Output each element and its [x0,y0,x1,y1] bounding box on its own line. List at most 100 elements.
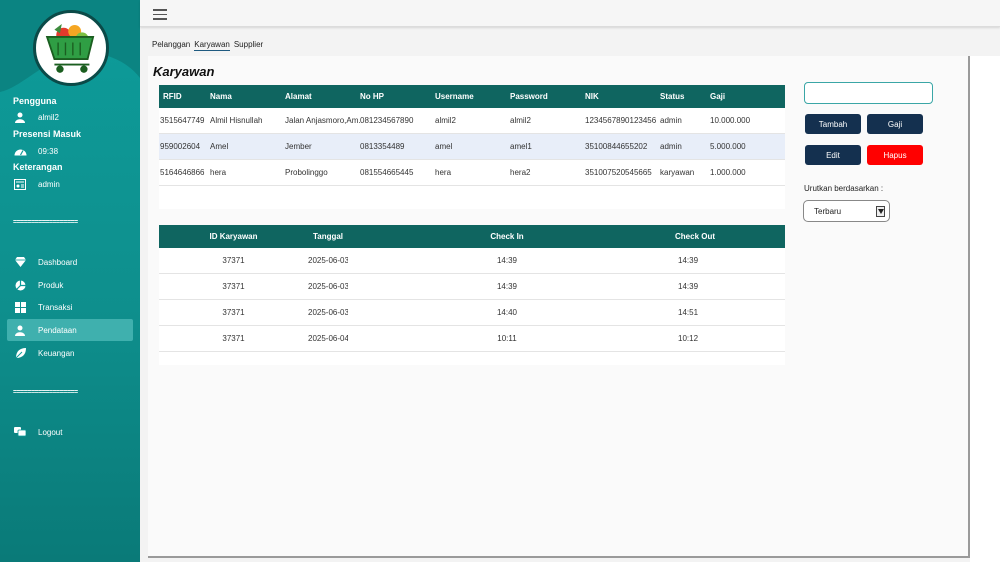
table-row[interactable]: 959002604 Amel Jember 0813354489 amel am… [159,134,785,160]
presence-heading: Presensi Masuk [13,129,82,139]
nav-pendataan-label: Pendataan [38,325,77,335]
col-username[interactable]: Username [435,92,510,101]
nav-keuangan[interactable]: Keuangan [7,342,133,364]
table-row[interactable]: 3515647749 Almil Hisnullah Jalan Anjasmo… [159,108,785,134]
col-status[interactable]: Status [660,92,710,101]
cell-alamat: Probolinggo [285,168,328,177]
cell-status: admin [660,116,682,125]
cell-gaji: 5.000.000 [710,142,746,151]
tab-supplier[interactable]: Supplier [234,40,263,51]
nav-produk[interactable]: Produk [7,274,133,296]
employees-table-header: RFID Nama Alamat No HP Username Password… [159,85,785,108]
dropdown-arrow-icon[interactable] [876,206,885,217]
salary-button[interactable]: Gaji [867,114,923,134]
user-icon [13,324,27,336]
top-bar [140,0,1000,27]
cell-no-hp: 081554665445 [360,168,414,177]
col-id-karyawan[interactable]: ID Karyawan [159,232,308,241]
sidebar: Pengguna almil2 Presensi Masuk 09:38 Ket… [0,0,140,562]
cell-check-in: 14:39 [496,256,518,265]
right-margin [970,56,1000,562]
leaf-icon [13,347,27,359]
info-role: admin [38,179,60,189]
cell-nama: hera [210,168,227,177]
sidebar-separator-bottom: ================== [13,389,78,396]
tab-karyawan[interactable]: Karyawan [194,40,230,51]
cell-username: hera [435,168,452,177]
cell-status: admin [660,142,682,151]
tab-bar: Pelanggan Karyawan Supplier [152,40,267,51]
col-check-in[interactable]: Check In [348,232,666,241]
table-row[interactable]: 37371 2025-06-04 10:11 10:12 [159,326,785,352]
sort-select-value: Terbaru [814,206,842,216]
cell-tanggal: 2025-06-03 [308,256,348,265]
cell-check-in: 10:11 [497,334,517,343]
table-row[interactable]: 37371 2025-06-03 14:40 14:51 [159,300,785,326]
attendance-table-header: ID Karyawan Tanggal Check In Check Out [159,225,785,248]
presence-row: 09:38 [13,145,58,157]
app-logo [33,10,109,86]
col-nama[interactable]: Nama [210,92,285,101]
cell-username: almil2 [435,116,456,125]
attendance-table: ID Karyawan Tanggal Check In Check Out 3… [159,225,785,365]
info-row: admin [13,178,60,190]
col-no-hp[interactable]: No HP [360,92,435,101]
cell-rfid: 5164646866 [160,168,205,177]
cell-alamat: Jalan Anjasmoro,Am... [285,116,360,125]
id-card-icon [13,178,27,190]
cell-gaji: 1.000.000 [710,168,746,177]
logout-label: Logout [38,427,63,437]
col-tanggal[interactable]: Tanggal [308,232,348,241]
cell-check-out: 14:39 [678,282,699,291]
logout-button[interactable]: Logout [7,421,133,443]
cell-tanggal: 2025-06-03 [308,282,348,291]
cell-check-out: 14:39 [678,256,699,265]
nav-keuangan-label: Keuangan [38,348,75,358]
table-row[interactable]: 37371 2025-06-03 14:39 14:39 [159,248,785,274]
col-nik[interactable]: NIK [585,92,660,101]
delete-button[interactable]: Hapus [867,145,923,165]
search-input[interactable] [804,82,933,104]
nav-produk-label: Produk [38,280,64,290]
cell-password: almil2 [510,116,531,125]
col-password[interactable]: Password [510,92,585,101]
col-gaji[interactable]: Gaji [710,92,785,101]
diamond-icon [13,256,27,268]
nav-transaksi[interactable]: Transaksi [7,296,133,318]
table-row[interactable]: 37371 2025-06-03 14:39 14:39 [159,274,785,300]
sort-select[interactable]: Terbaru [803,200,890,222]
nav-dashboard-label: Dashboard [38,257,78,267]
cell-id-karyawan: 37371 [222,256,245,265]
products-icon [13,279,27,291]
hamburger-menu-icon[interactable] [153,9,167,20]
add-button[interactable]: Tambah [805,114,861,134]
sort-label: Urutkan berdasarkan : [804,184,884,193]
cell-rfid: 959002604 [160,142,201,151]
cell-nik: 1234567890123456 [585,116,657,125]
cell-alamat: Jember [285,142,312,151]
edit-button[interactable]: Edit [805,145,861,165]
user-icon [13,111,27,123]
grid-icon [13,301,27,313]
cell-id-karyawan: 37371 [222,334,245,343]
col-rfid[interactable]: RFID [159,92,210,101]
tab-pelanggan[interactable]: Pelanggan [152,40,190,51]
cell-no-hp: 081234567890 [360,116,414,125]
cell-id-karyawan: 37371 [222,282,245,291]
speedometer-icon [13,145,27,157]
logout-icon [13,426,27,438]
sidebar-separator-top: ================== [13,219,78,226]
nav-dashboard[interactable]: Dashboard [7,251,133,273]
cell-tanggal: 2025-06-04 [308,334,348,343]
cell-username: amel [435,142,453,151]
table-row[interactable]: 5164646866 hera Probolinggo 081554665445… [159,160,785,186]
col-alamat[interactable]: Alamat [285,92,360,101]
cell-nama: Amel [210,142,229,151]
nav-pendataan[interactable]: Pendataan [7,319,133,341]
nav-transaksi-label: Transaksi [38,302,73,312]
info-heading: Keterangan [13,162,63,172]
cell-nama: Almil Hisnullah [210,116,263,125]
cell-id-karyawan: 37371 [222,308,245,317]
col-check-out[interactable]: Check Out [673,232,753,241]
cell-check-out: 14:51 [678,308,699,317]
